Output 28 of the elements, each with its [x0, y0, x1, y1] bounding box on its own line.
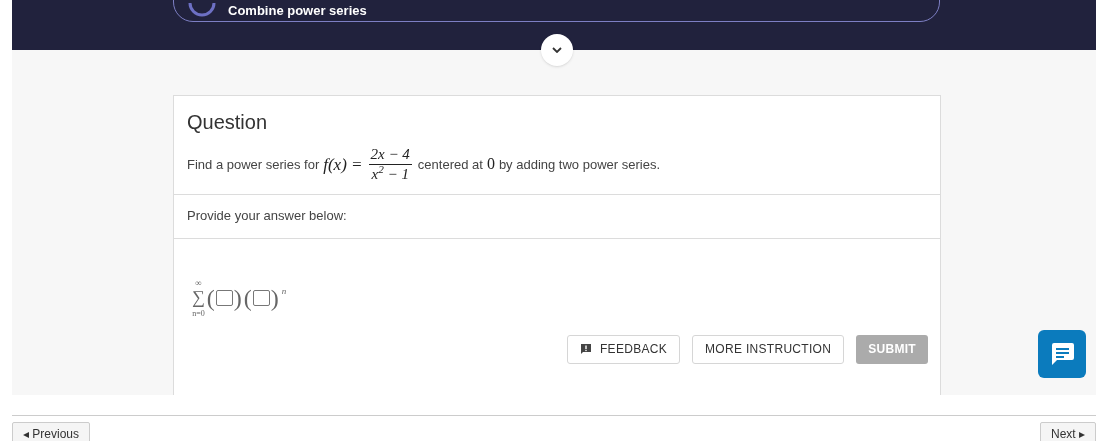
answer-label: Provide your answer below: — [187, 207, 347, 226]
answer-field[interactable] — [252, 290, 270, 306]
parenthesis: ( — [243, 284, 252, 313]
prompt-text: by adding two power series. — [498, 155, 661, 174]
chat-button[interactable] — [1038, 330, 1086, 378]
sum-symbol: ∑ — [192, 287, 205, 306]
parenthesis: ) — [270, 284, 279, 313]
prompt-text: Find a power series for — [187, 155, 320, 174]
next-button[interactable]: Next ▸ — [1040, 422, 1096, 441]
instruction-button[interactable]: MORE INSTRUCTION — [692, 334, 845, 364]
feedback-button[interactable]: FEEDBACK — [566, 334, 681, 364]
center-value: 0 — [486, 154, 495, 175]
function-label: f(x) = — [323, 153, 363, 176]
chat-icon — [1049, 342, 1075, 366]
parenthesis: ) — [233, 284, 242, 313]
expand-button[interactable] — [541, 34, 573, 66]
prompt-text: centered at — [417, 155, 483, 174]
question-heading: Question — [187, 110, 269, 135]
fraction: 2x − 4 x$^{2}$ − 1 — [368, 145, 412, 184]
feedback-icon — [579, 343, 592, 355]
upper-limit: ∞ — [195, 278, 202, 288]
chevron-down-icon — [552, 47, 562, 53]
lower-limit: n=0 — [192, 309, 205, 318]
parenthesis: ( — [206, 284, 215, 313]
previous-button[interactable]: ◂ Previous — [12, 422, 91, 441]
step-title: Combine power series — [228, 4, 367, 17]
exponent: n — [281, 284, 287, 298]
answer-field[interactable] — [215, 290, 233, 306]
